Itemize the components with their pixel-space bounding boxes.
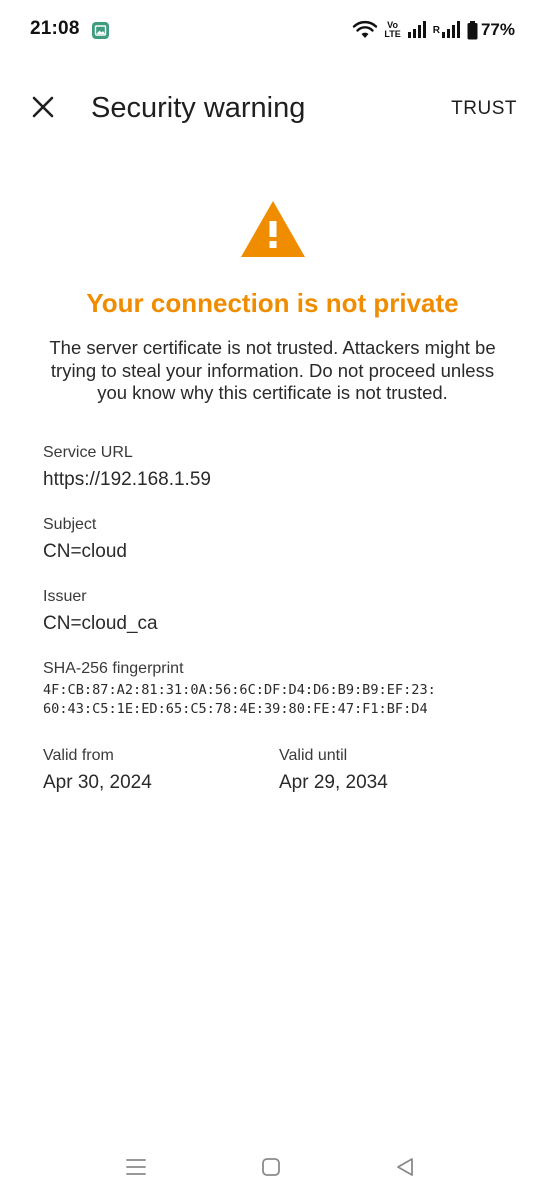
page-title: Security warning xyxy=(91,92,306,124)
warning-triangle-icon xyxy=(239,199,307,259)
valid-from-label: Valid from xyxy=(43,747,114,764)
service-url-label: Service URL xyxy=(43,444,133,461)
fingerprint-line-2: 60:43:C5:1E:ED:65:C5:78:4E:39:80:FE:47:F… xyxy=(43,701,428,717)
close-button[interactable] xyxy=(24,90,62,128)
signal-icon xyxy=(407,21,427,39)
fingerprint-section: SHA-256 fingerprint 4F:CB:87:A2:81:31:0A… xyxy=(43,659,436,719)
wifi-icon xyxy=(352,20,378,40)
subject-label: Subject xyxy=(43,516,97,533)
valid-until-label: Valid until xyxy=(279,747,348,764)
status-icons: Vo LTE R 77% xyxy=(346,18,515,42)
trust-button[interactable]: TRUST xyxy=(451,98,517,120)
home-button[interactable] xyxy=(256,1154,286,1184)
service-url-section: Service URL https://192.168.1.59 xyxy=(43,443,211,492)
gallery-icon xyxy=(92,22,109,39)
network-label: Vo LTE xyxy=(384,20,401,39)
roaming-label: R xyxy=(432,24,440,36)
warning-description: The server certificate is not trusted. A… xyxy=(49,337,496,403)
valid-until-section: Valid until Apr 29, 2034 xyxy=(279,746,388,795)
warning-title: Your connection is not private xyxy=(86,288,459,318)
app-bar: Security warning TRUST xyxy=(0,78,545,142)
issuer-label: Issuer xyxy=(43,588,87,605)
subject-section: Subject CN=cloud xyxy=(43,515,127,564)
fingerprint-label: SHA-256 fingerprint xyxy=(43,660,184,677)
subject-value: CN=cloud xyxy=(43,541,127,562)
fingerprint-line-1: 4F:CB:87:A2:81:31:0A:56:6C:DF:D4:D6:B9:B… xyxy=(43,682,436,698)
status-bar: 21:08 Vo LTE R 77% xyxy=(0,0,545,60)
system-nav-bar xyxy=(0,1140,545,1200)
valid-until-value: Apr 29, 2034 xyxy=(279,772,388,793)
home-icon xyxy=(261,1157,281,1182)
issuer-section: Issuer CN=cloud_ca xyxy=(43,587,158,636)
status-time: 21:08 xyxy=(30,18,80,39)
volte-icon: Vo LTE xyxy=(384,21,400,39)
valid-from-value: Apr 30, 2024 xyxy=(43,772,152,793)
back-icon xyxy=(395,1157,415,1182)
roaming-signal-icon: R xyxy=(433,21,461,39)
valid-from-section: Valid from Apr 30, 2024 xyxy=(43,746,152,795)
issuer-value: CN=cloud_ca xyxy=(43,613,158,634)
close-icon xyxy=(32,96,54,123)
battery-icon xyxy=(467,20,478,40)
menu-icon xyxy=(125,1157,147,1182)
recents-button[interactable] xyxy=(121,1154,151,1184)
security-warning-screen: 21:08 Vo LTE R 77% Security warning TRUS… xyxy=(0,0,545,1200)
service-url-value: https://192.168.1.59 xyxy=(43,469,211,490)
back-button[interactable] xyxy=(390,1154,420,1184)
battery-percent: 77% xyxy=(480,20,515,39)
